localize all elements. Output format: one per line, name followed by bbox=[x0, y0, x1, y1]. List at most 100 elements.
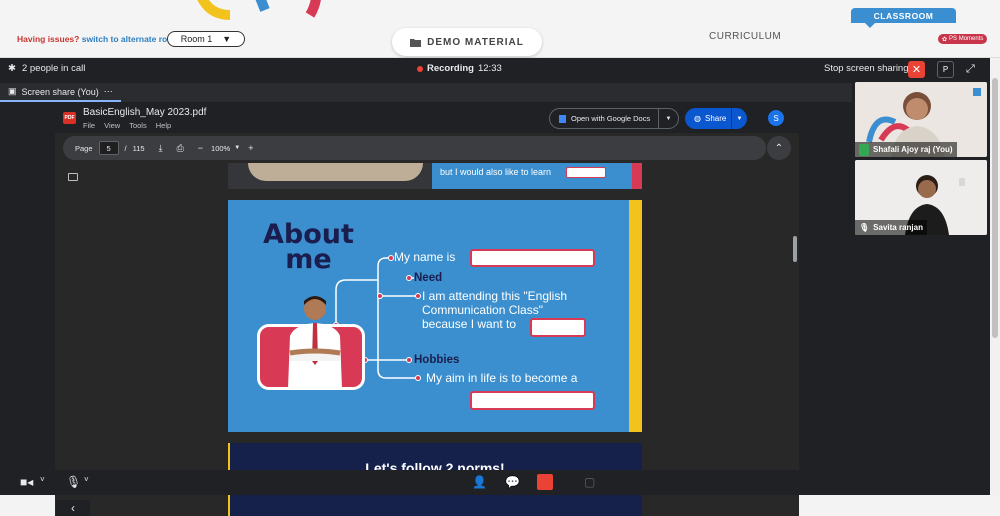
page-label: Page bbox=[75, 143, 93, 153]
menu-tools[interactable]: Tools bbox=[129, 121, 147, 130]
record-dot-icon bbox=[417, 65, 423, 72]
mic-icon: 🎙 bbox=[859, 223, 870, 232]
participant-name-bar: 🎙 Savita ranjan bbox=[855, 220, 927, 235]
prev-page-photo bbox=[228, 163, 432, 189]
folder-icon bbox=[410, 38, 422, 47]
menu-help[interactable]: Help bbox=[156, 121, 171, 130]
mic-icon[interactable]: 🎙 bbox=[66, 475, 81, 489]
download-icon[interactable]: ⤓ bbox=[159, 143, 163, 154]
hobbies-label: Hobbies bbox=[414, 354, 460, 366]
chevron-down-icon[interactable]: ▼ bbox=[658, 109, 678, 128]
zoom-in-icon[interactable]: + bbox=[248, 143, 253, 153]
collapse-toolbar-icon[interactable]: ⌃ bbox=[767, 136, 791, 160]
name-blank bbox=[470, 249, 595, 267]
tab-screen-share[interactable]: ▣ Screen share (You) ⋯ bbox=[0, 83, 121, 102]
participant-tile-self[interactable]: Shafali Ajoy raj (You) bbox=[855, 82, 987, 157]
about-me-page: About me My name is Need I am attending … bbox=[228, 200, 642, 432]
scrollbar-thumb[interactable] bbox=[992, 78, 998, 338]
zoom-dropdown-icon[interactable]: ▼ bbox=[234, 145, 240, 151]
globe-icon: ◍ bbox=[694, 114, 701, 123]
open-with-docs-button[interactable]: Open with Google Docs ▼ bbox=[549, 108, 679, 129]
fullscreen-icon[interactable]: ⤢ bbox=[966, 63, 975, 76]
pdf-menu-bar: File View Tools Help bbox=[83, 121, 171, 130]
participant-tile-other[interactable]: 🎙 Savita ranjan bbox=[855, 160, 987, 235]
google-docs-icon bbox=[559, 114, 566, 123]
page-number-input[interactable] bbox=[98, 141, 119, 155]
person-illustration bbox=[288, 296, 342, 389]
zoom-out-icon[interactable]: − bbox=[198, 143, 203, 153]
camera-icon: ✿ bbox=[942, 36, 948, 43]
moments-badge[interactable]: ✿ PS Moments bbox=[938, 34, 988, 44]
previous-page: but I would also like to learn bbox=[228, 163, 642, 189]
total-pages: 115 bbox=[132, 143, 145, 153]
recording-indicator: Recording 12:33 bbox=[417, 63, 502, 74]
people-icon[interactable]: 👤 bbox=[472, 475, 487, 489]
menu-view[interactable]: View bbox=[104, 121, 120, 130]
room-label: Room 1 bbox=[180, 34, 213, 44]
people-count-label: 2 people in call bbox=[21, 63, 86, 74]
aim-blank bbox=[470, 391, 595, 410]
pdf-scrollbar[interactable] bbox=[793, 236, 797, 262]
meeting-window: ✱ 2 people in call Recording 12:33 Stop … bbox=[0, 58, 990, 516]
participant-name: Savita ranjan bbox=[873, 223, 923, 232]
people-count[interactable]: ✱ 2 people in call bbox=[8, 63, 85, 74]
reason-blank bbox=[530, 318, 586, 337]
issues-notice: Having issues? switch to alternate room bbox=[17, 34, 180, 44]
camera-icon[interactable]: ■◂ bbox=[20, 475, 33, 489]
tab-classroom[interactable]: CLASSROOM bbox=[851, 8, 956, 28]
chat-icon[interactable]: 💬 bbox=[505, 475, 520, 489]
pdf-file-name: BasicEnglish_May 2023.pdf bbox=[83, 107, 207, 118]
pdf-header: PDF BasicEnglish_May 2023.pdf File View … bbox=[55, 103, 799, 133]
presenter-button[interactable]: P bbox=[937, 61, 954, 78]
page-separator: / bbox=[124, 143, 127, 153]
attending-line-1: I am attending this "English bbox=[422, 289, 568, 303]
pdf-toolbar: Page / 115 ⤓ ⎙ − 100% ▼ + bbox=[63, 136, 766, 160]
share-dropdown-icon[interactable]: ▼ bbox=[731, 108, 747, 129]
mic-on-icon bbox=[859, 143, 869, 156]
previous-arrow-icon[interactable]: ‹ bbox=[56, 500, 90, 516]
prev-page-blank bbox=[566, 167, 606, 178]
profile-photo-frame bbox=[257, 296, 365, 390]
page-scrollbar[interactable] bbox=[990, 58, 1000, 495]
camera-options-chevron-icon[interactable]: ˅ bbox=[40, 475, 45, 484]
brand-logo-decoration bbox=[197, 0, 321, 20]
recording-time: 12:33 bbox=[477, 63, 502, 74]
screen-share-icon: ▣ bbox=[8, 86, 17, 96]
prev-page-strip bbox=[632, 163, 642, 189]
open-with-docs-label: Open with Google Docs bbox=[571, 114, 651, 123]
more-options-icon[interactable]: ⋯ bbox=[104, 86, 113, 97]
gear-icon: ✱ bbox=[8, 63, 16, 74]
stop-sharing-button[interactable]: ✕ bbox=[908, 61, 925, 78]
prev-page-text: but I would also like to learn bbox=[440, 167, 552, 177]
classroom-header: Having issues? switch to alternate room … bbox=[0, 0, 1000, 58]
activities-icon[interactable]: ▢ bbox=[584, 475, 595, 489]
share-tab-bar: ▣ Screen share (You) ⋯ bbox=[0, 83, 852, 102]
recording-label: Recording bbox=[427, 63, 474, 74]
attending-line-2: Communication Class" bbox=[422, 303, 543, 317]
stop-sharing-label: Stop screen sharing bbox=[824, 63, 909, 74]
meeting-controls: ■◂ ˅ 🎙 ˅ 👤 💬 ▢ bbox=[0, 470, 990, 495]
avatar[interactable]: S bbox=[768, 110, 784, 126]
participant-name-bar: Shafali Ajoy raj (You) bbox=[855, 142, 957, 157]
moments-label: PS Moments bbox=[949, 36, 984, 42]
thumbnail-icon[interactable] bbox=[68, 173, 78, 181]
issues-text: Having issues? bbox=[17, 34, 80, 44]
demo-tab-label: DEMO MATERIAL bbox=[427, 36, 524, 48]
share-button[interactable]: ◍ Share ▼ bbox=[685, 108, 747, 129]
print-icon[interactable]: ⎙ bbox=[177, 143, 184, 154]
menu-file[interactable]: File bbox=[83, 121, 95, 130]
meeting-top-bar: ✱ 2 people in call Recording 12:33 Stop … bbox=[0, 58, 990, 80]
name-prompt: My name is bbox=[394, 250, 456, 264]
room-selector[interactable]: Room 1 ▼ bbox=[167, 31, 245, 47]
tab-curriculum[interactable]: CURRICULUM bbox=[709, 31, 781, 42]
alternate-room-link[interactable]: switch to alternate room bbox=[82, 34, 180, 44]
share-label: Share bbox=[704, 114, 727, 123]
caret-down-icon: ▼ bbox=[222, 34, 232, 44]
camera-off-icon[interactable] bbox=[537, 474, 553, 490]
aim-prompt: My aim in life is to become a bbox=[426, 371, 578, 385]
zoom-level[interactable]: 100% bbox=[211, 144, 230, 153]
pdf-file-icon: PDF bbox=[63, 112, 76, 124]
participant-name: Shafali Ajoy raj (You) bbox=[873, 145, 953, 154]
tab-demo-material[interactable]: DEMO MATERIAL bbox=[392, 28, 542, 56]
mic-options-chevron-icon[interactable]: ˅ bbox=[84, 475, 89, 484]
